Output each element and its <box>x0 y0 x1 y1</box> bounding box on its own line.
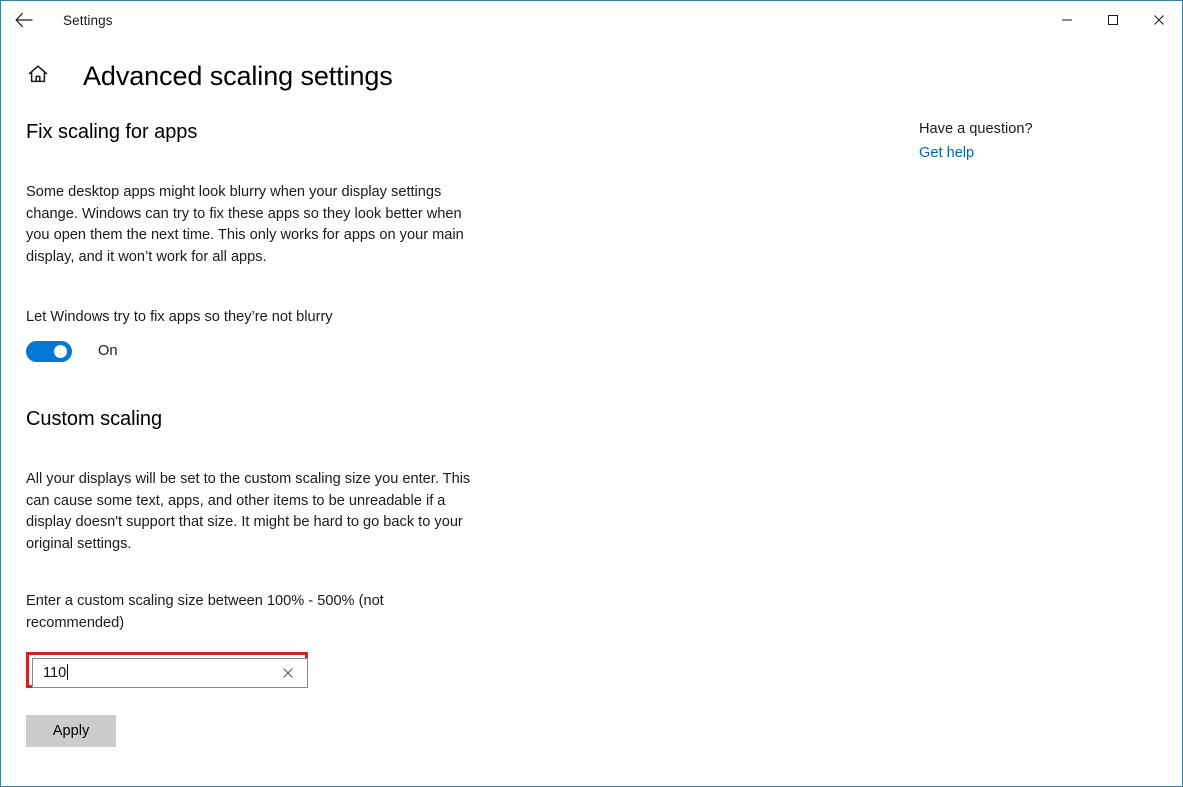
home-button[interactable] <box>15 64 61 89</box>
window-title: Settings <box>63 13 113 28</box>
fix-apps-toggle-row: On <box>26 341 496 362</box>
help-heading: Have a question? <box>919 121 1149 137</box>
back-arrow-icon <box>14 12 34 28</box>
toggle-knob <box>54 345 67 358</box>
fix-apps-toggle-label: Let Windows try to fix apps so they’re n… <box>26 307 496 329</box>
custom-scaling-input[interactable]: 110 <box>32 658 308 688</box>
apply-button[interactable]: Apply <box>26 715 116 747</box>
fix-apps-toggle[interactable] <box>26 341 72 362</box>
maximize-button[interactable] <box>1090 1 1136 38</box>
text-caret <box>67 664 68 680</box>
toggle-state-label: On <box>98 343 117 359</box>
help-pane: Have a question? Get help <box>919 121 1149 162</box>
settings-window: Settings <box>0 0 1183 787</box>
custom-scaling-input-value: 110 <box>43 664 279 681</box>
custom-scaling-description: All your displays will be set to the cus… <box>26 469 478 555</box>
close-icon <box>1153 14 1165 26</box>
get-help-link[interactable]: Get help <box>919 145 974 161</box>
title-bar: Settings <box>1 1 1182 39</box>
fix-scaling-description: Some desktop apps might look blurry when… <box>26 182 468 268</box>
minimize-button[interactable] <box>1044 1 1090 38</box>
main-content: Fix scaling for apps Some desktop apps m… <box>26 121 496 747</box>
page-header: Advanced scaling settings <box>1 53 393 99</box>
clear-x-icon[interactable] <box>279 664 297 682</box>
back-button[interactable] <box>1 2 47 38</box>
custom-scaling-heading: Custom scaling <box>26 408 496 431</box>
minimize-icon <box>1061 14 1073 26</box>
maximize-icon <box>1107 14 1119 26</box>
caption-button-group <box>1044 1 1182 38</box>
fix-scaling-heading: Fix scaling for apps <box>26 121 496 144</box>
page-title: Advanced scaling settings <box>83 61 393 92</box>
custom-scaling-input-highlight: 110 <box>26 652 308 688</box>
custom-scaling-input-label: Enter a custom scaling size between 100%… <box>26 591 406 634</box>
home-icon <box>27 64 49 89</box>
close-button[interactable] <box>1136 1 1182 38</box>
